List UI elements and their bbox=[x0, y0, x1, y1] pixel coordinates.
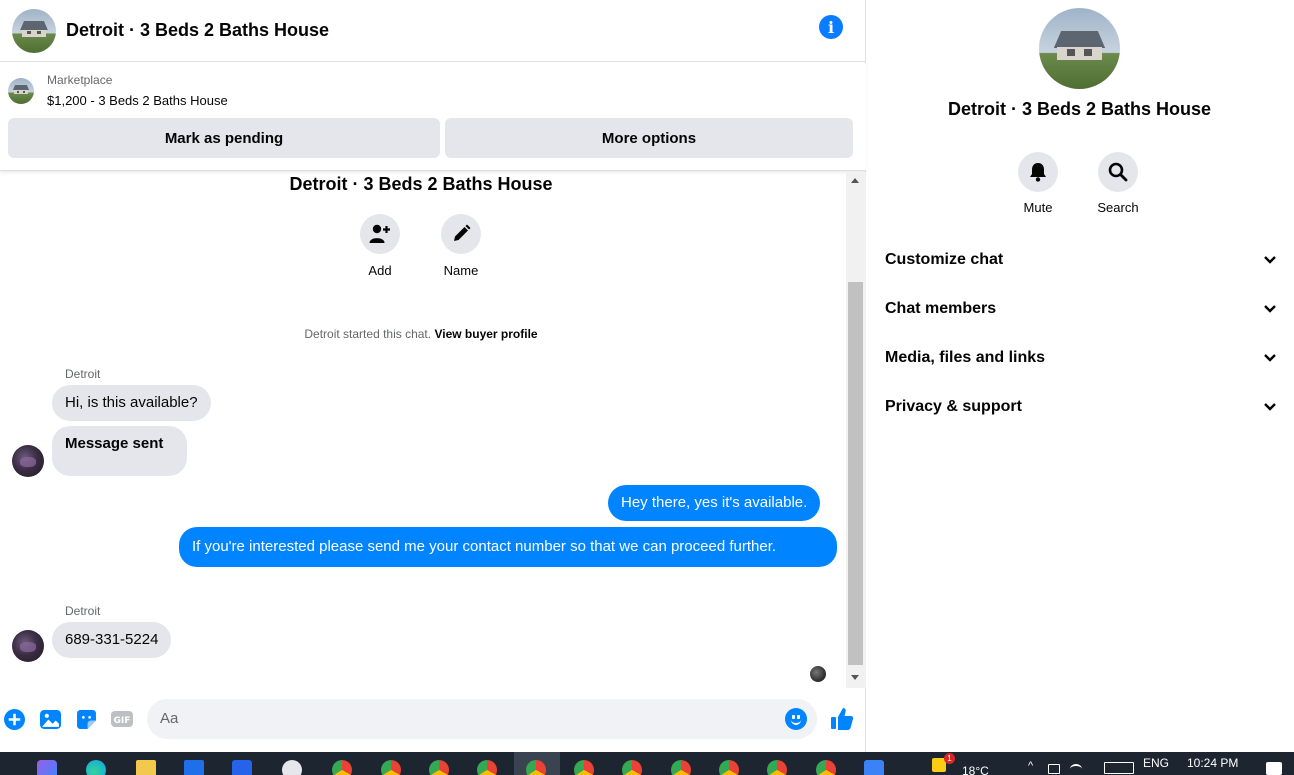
more-options-button[interactable]: More options bbox=[445, 118, 853, 158]
chrome-icon[interactable] bbox=[719, 760, 739, 775]
message-bubble[interactable]: Hi, is this available? bbox=[52, 385, 211, 421]
chrome-icon[interactable] bbox=[816, 760, 836, 775]
message-bubble[interactable]: If you're interested please send me your… bbox=[179, 527, 837, 567]
sticker-icon[interactable] bbox=[76, 709, 97, 730]
photo-icon[interactable] bbox=[40, 709, 61, 730]
store-icon[interactable] bbox=[184, 760, 204, 775]
emoji-icon[interactable] bbox=[785, 708, 807, 730]
chevron-down-icon bbox=[1264, 354, 1276, 362]
outlook-icon[interactable] bbox=[232, 760, 252, 775]
pencil-icon bbox=[454, 224, 471, 241]
message-bubble[interactable]: 689-331-5224 bbox=[52, 622, 172, 658]
chat-title[interactable]: Detroit · 3 Beds 2 Baths House bbox=[66, 20, 329, 41]
message-placeholder: Aa bbox=[160, 710, 179, 727]
wifi-icon[interactable] bbox=[1070, 764, 1082, 774]
scroll-down-arrow[interactable] bbox=[851, 675, 859, 680]
clock-time[interactable]: 10:24 PM bbox=[1187, 756, 1238, 770]
message-scrollbar[interactable] bbox=[846, 172, 866, 688]
message-sender: Detroit bbox=[65, 367, 101, 381]
svg-text:GIF: GIF bbox=[114, 716, 131, 726]
temperature[interactable]: 18°C bbox=[962, 764, 989, 775]
message-input[interactable]: Aa bbox=[147, 699, 817, 739]
bell-icon bbox=[1030, 163, 1046, 182]
chrome-icon[interactable] bbox=[381, 760, 401, 775]
buyer-avatar[interactable] bbox=[12, 445, 44, 477]
listing-price-title: $1,200 - 3 Beds 2 Baths House bbox=[47, 93, 228, 108]
scroll-thumb[interactable] bbox=[848, 282, 863, 665]
marketplace-label: Marketplace bbox=[47, 73, 113, 87]
gif-icon[interactable]: GIF bbox=[111, 711, 133, 727]
message-bubble[interactable]: Hey there, yes it's available. bbox=[608, 485, 821, 521]
chrome-icon[interactable] bbox=[574, 760, 594, 775]
chat-started-text: Detroit started this chat. bbox=[304, 327, 432, 341]
marketplace-bar: Marketplace $1,200 - 3 Beds 2 Baths Hous… bbox=[0, 63, 866, 171]
notification-icon[interactable] bbox=[1266, 762, 1282, 775]
listing-info[interactable]: Marketplace $1,200 - 3 Beds 2 Baths Hous… bbox=[8, 73, 228, 108]
file-explorer-icon[interactable] bbox=[136, 760, 156, 775]
message-sender: Detroit bbox=[65, 604, 101, 618]
chat-members-section[interactable]: Chat members bbox=[885, 300, 1277, 318]
weather-badge: 1 bbox=[944, 753, 955, 764]
chevron-down-icon bbox=[1264, 305, 1276, 313]
section-label: Privacy & support bbox=[885, 398, 1022, 415]
add-people-action[interactable]: Add bbox=[350, 214, 410, 278]
name-action[interactable]: Name bbox=[431, 214, 491, 278]
customize-chat-section[interactable]: Customize chat bbox=[885, 251, 1277, 269]
listing-avatar[interactable] bbox=[12, 8, 56, 53]
chrome-icon[interactable] bbox=[622, 760, 642, 775]
edge-icon[interactable] bbox=[86, 760, 106, 775]
chrome-icon[interactable] bbox=[477, 760, 497, 775]
app-icon[interactable] bbox=[282, 760, 302, 775]
search-icon bbox=[1108, 162, 1128, 182]
chat-pane: Detroit · 3 Beds 2 Baths House i Marketp… bbox=[0, 0, 866, 752]
buyer-avatar[interactable] bbox=[12, 630, 44, 662]
add-person-icon bbox=[369, 224, 390, 243]
chat-started-notice: Detroit started this chat. View buyer pr… bbox=[0, 327, 842, 341]
search-label: Search bbox=[1097, 200, 1139, 215]
plus-circle-icon[interactable] bbox=[4, 709, 25, 730]
info-listing-avatar bbox=[1039, 8, 1120, 89]
name-label: Name bbox=[443, 263, 479, 278]
listing-thumbnail bbox=[8, 77, 34, 104]
composer: GIF Aa bbox=[0, 690, 866, 750]
photos-icon[interactable] bbox=[864, 760, 884, 775]
section-label: Media, files and links bbox=[885, 349, 1046, 366]
media-files-links-section[interactable]: Media, files and links bbox=[885, 349, 1277, 367]
message-list: Detroit · 3 Beds 2 Baths House Add Name … bbox=[0, 172, 846, 688]
chrome-icon[interactable] bbox=[671, 760, 691, 775]
section-label: Customize chat bbox=[885, 251, 1004, 268]
like-icon[interactable] bbox=[830, 707, 854, 731]
scroll-up-arrow[interactable] bbox=[851, 178, 859, 183]
mute-action[interactable]: Mute bbox=[1008, 152, 1068, 215]
add-label: Add bbox=[368, 263, 392, 278]
messenger-window: Detroit · 3 Beds 2 Baths House i Marketp… bbox=[0, 0, 1294, 752]
mark-as-pending-button[interactable]: Mark as pending bbox=[8, 118, 440, 158]
chrome-icon[interactable] bbox=[429, 760, 449, 775]
chevron-up-icon[interactable]: ^ bbox=[1028, 760, 1033, 772]
network-icon[interactable] bbox=[1048, 764, 1060, 774]
windows-taskbar: 1 18°C ^ ENG 10:24 PM bbox=[0, 752, 1294, 775]
chat-header: Detroit · 3 Beds 2 Baths House i bbox=[0, 0, 866, 62]
chrome-icon[interactable] bbox=[332, 760, 352, 775]
message-bubble[interactable]: Message sent bbox=[52, 426, 187, 476]
view-buyer-profile-link[interactable]: View buyer profile bbox=[434, 327, 537, 341]
conversation-title: Detroit · 3 Beds 2 Baths House bbox=[289, 174, 553, 194]
info-chat-name: Detroit · 3 Beds 2 Baths House bbox=[947, 99, 1212, 119]
chat-info-panel: Detroit · 3 Beds 2 Baths House Mute Sear… bbox=[867, 0, 1294, 752]
chrome-icon[interactable] bbox=[526, 760, 546, 775]
chevron-down-icon bbox=[1264, 403, 1276, 411]
chevron-down-icon bbox=[1264, 256, 1276, 264]
keyboard-icon[interactable] bbox=[1104, 762, 1134, 774]
search-action[interactable]: Search bbox=[1088, 152, 1148, 215]
seen-indicator-avatar bbox=[810, 666, 826, 682]
chrome-icon[interactable] bbox=[767, 760, 787, 775]
info-icon[interactable]: i bbox=[819, 15, 843, 39]
copilot-icon[interactable] bbox=[37, 760, 57, 775]
mute-label: Mute bbox=[1023, 200, 1053, 215]
privacy-support-section[interactable]: Privacy & support bbox=[885, 398, 1277, 416]
section-label: Chat members bbox=[885, 300, 997, 317]
language-indicator[interactable]: ENG bbox=[1143, 756, 1169, 770]
